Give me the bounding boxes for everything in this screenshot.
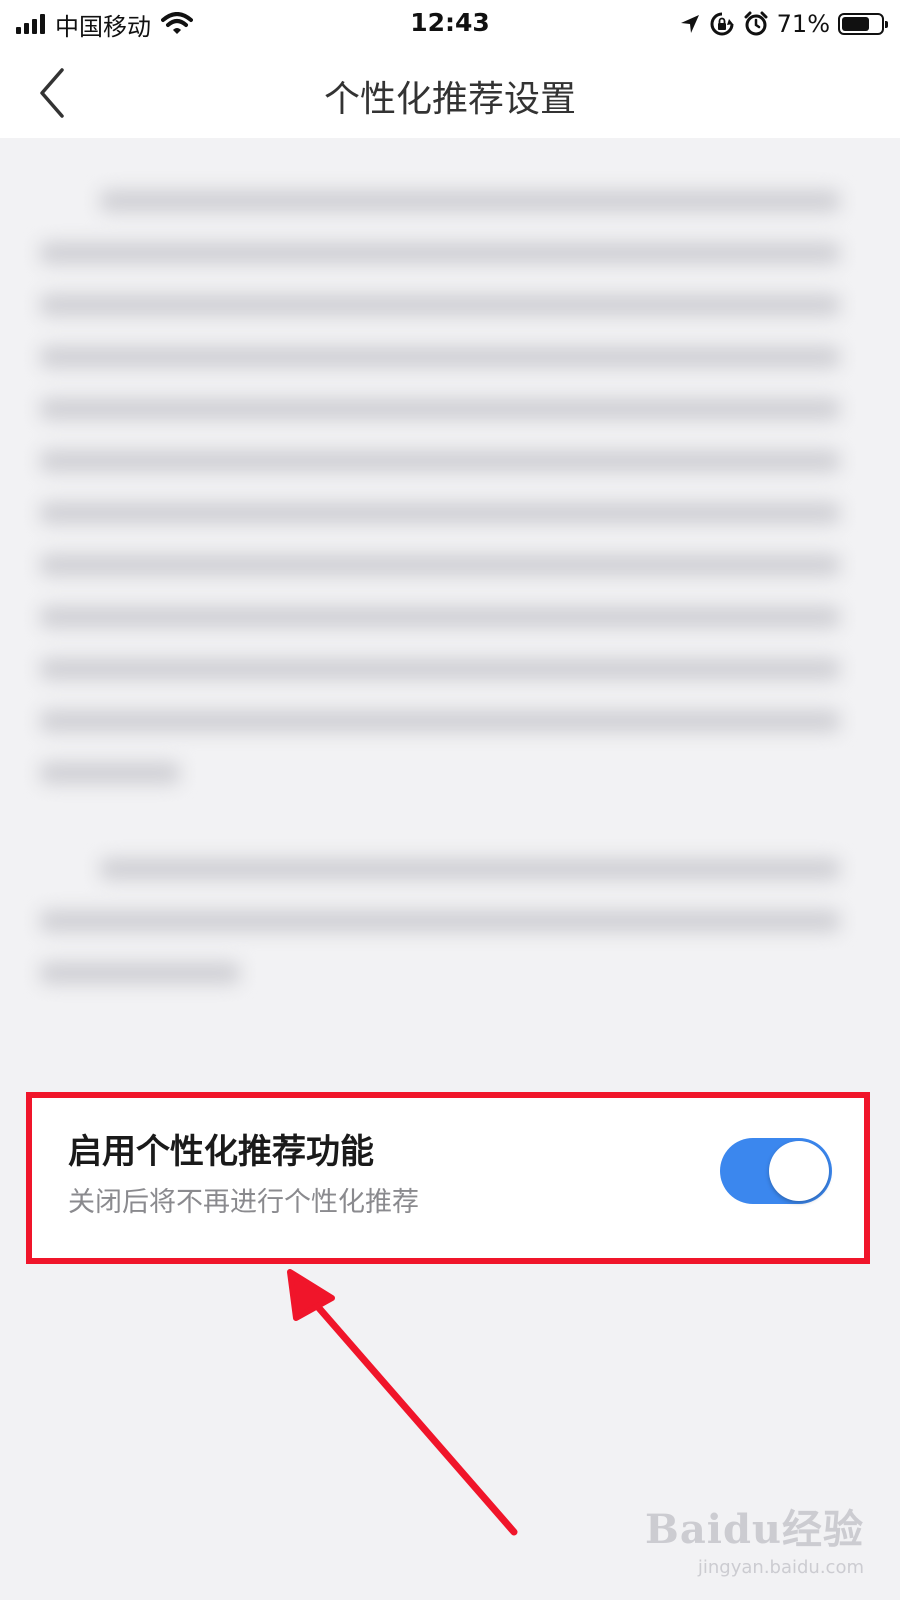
blurred-text-lines	[0, 138, 900, 1068]
blurred-line	[40, 450, 840, 472]
blurred-line	[40, 242, 840, 264]
blurred-line	[100, 190, 840, 212]
nav-bar: 个性化推荐设置	[0, 48, 900, 138]
blurred-line	[40, 294, 840, 316]
rotation-lock-icon	[710, 12, 734, 36]
page-title: 个性化推荐设置	[323, 79, 576, 120]
blurred-line	[40, 658, 840, 680]
blurred-line	[40, 606, 840, 628]
blurred-line	[40, 762, 180, 784]
blurred-line	[40, 962, 240, 984]
recommend-toggle-switch[interactable]	[720, 1138, 832, 1204]
setting-title: 启用个性化推荐功能	[68, 1132, 374, 1172]
blurred-line	[40, 346, 840, 368]
battery-fill	[842, 17, 869, 31]
alarm-icon	[744, 11, 768, 36]
blurred-line	[40, 398, 840, 420]
blurred-description	[0, 138, 900, 1068]
toggle-knob	[769, 1141, 829, 1201]
battery-icon	[838, 13, 888, 35]
status-bar: 中国移动 12:43 71%	[0, 0, 900, 48]
status-right: 71%	[679, 8, 888, 40]
blurred-line	[40, 910, 840, 932]
blurred-line	[40, 554, 840, 576]
location-icon	[680, 15, 699, 33]
blurred-line	[100, 858, 840, 880]
battery-cap	[885, 21, 888, 28]
blurred-line	[40, 502, 840, 524]
baidu-watermark: Baidu经验 jingyan.baidu.com	[645, 1497, 864, 1578]
battery-percent: 71%	[776, 10, 830, 38]
blurred-line	[40, 710, 840, 732]
personalized-recommend-setting: 启用个性化推荐功能 关闭后将不再进行个性化推荐	[28, 1092, 868, 1262]
watermark-logo: Baidu经验	[645, 1506, 864, 1553]
setting-subtitle: 关闭后将不再进行个性化推荐	[68, 1187, 419, 1218]
watermark-url: jingyan.baidu.com	[697, 1557, 864, 1578]
